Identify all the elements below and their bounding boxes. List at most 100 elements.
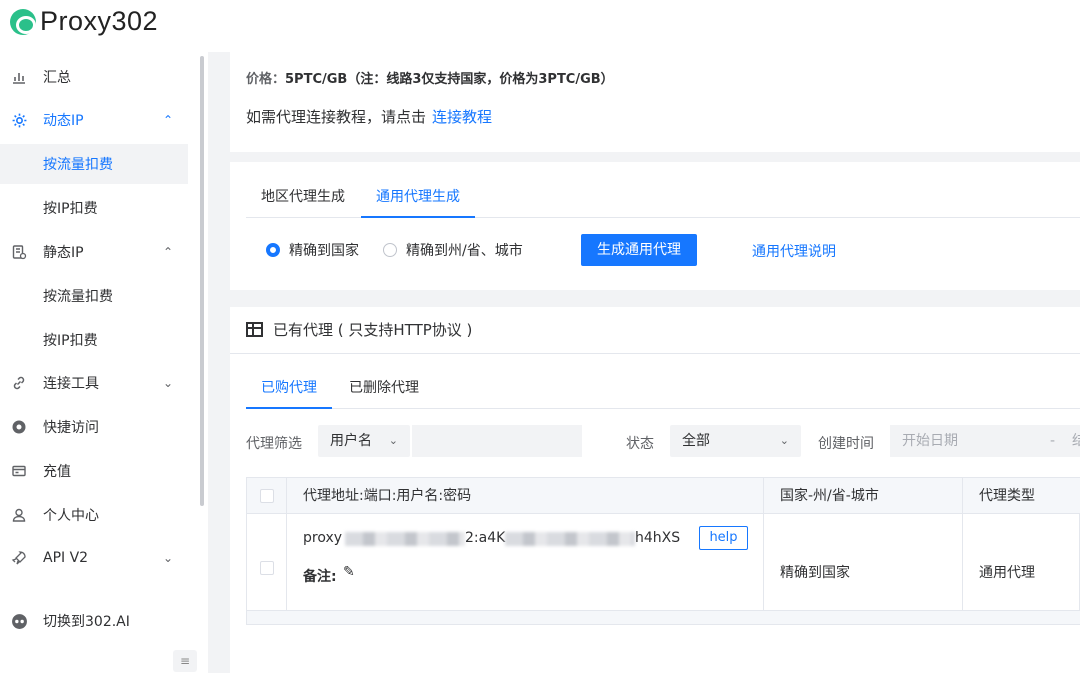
sidebar-item-switch-302ai[interactable]: 切换到302.AI: [0, 601, 188, 641]
status-label: 状态: [626, 436, 654, 452]
redacted-text: [505, 532, 635, 546]
sidebar-subitem-dynamic-ip-billing[interactable]: 按IP扣费: [0, 188, 188, 228]
generate-tabs: 地区代理生成 通用代理生成: [246, 178, 1080, 218]
server-icon: [10, 243, 28, 261]
sidebar-item-label: 充值: [43, 464, 71, 480]
sidebar-item-label: 切换到302.AI: [43, 614, 130, 630]
sidebar-item-label: 按流量扣费: [43, 289, 113, 305]
created-time-label: 创建时间: [818, 436, 874, 452]
sidebar-item-profile[interactable]: 个人中心: [0, 495, 188, 535]
table-header: 代理地址:端口:用户名:密码 国家-州/省-城市 代理类型: [247, 478, 1080, 514]
proxy-address-start: proxy: [303, 530, 343, 546]
chevron-down-icon: ⌄: [163, 551, 174, 565]
logo-text: Proxy302: [40, 6, 159, 36]
sidebar-item-dynamic-ip[interactable]: 动态IP ⌃: [0, 100, 188, 140]
sidebar-item-label: 连接工具: [43, 376, 99, 392]
tab-purchased[interactable]: 已购代理: [246, 369, 332, 409]
logo-icon: [10, 8, 36, 35]
sidebar-scrollbar[interactable]: [200, 56, 204, 506]
radio-country[interactable]: 精确到国家: [266, 240, 359, 260]
filter-input[interactable]: [412, 425, 582, 457]
status-select[interactable]: 全部 ⌄: [670, 425, 801, 457]
sidebar-subitem-static-ip-billing[interactable]: 按IP扣费: [0, 320, 188, 360]
price-label: 价格：: [246, 72, 286, 87]
tutorial-hint: 如需代理连接教程，请点击 连接教程: [246, 106, 492, 127]
sidebar-item-recharge[interactable]: 充值: [0, 451, 188, 491]
row-checkbox[interactable]: [260, 561, 274, 575]
sidebar-item-label: 静态IP: [43, 245, 84, 261]
sidebar-item-summary[interactable]: 汇总: [0, 57, 188, 97]
filter-label: 代理筛选: [246, 436, 302, 452]
region-cell: 精确到国家: [780, 565, 850, 581]
chrome-icon: [10, 418, 28, 436]
proxy-address-end: h4hXS: [635, 530, 681, 546]
note-label: 备注:: [303, 569, 337, 585]
sidebar-item-label: 按IP扣费: [43, 201, 98, 217]
type-cell: 通用代理: [979, 565, 1035, 581]
proxy-generate-card: 地区代理生成 通用代理生成 精确到国家 精确到州/省、城市 生成通用代理 通用代…: [230, 162, 1080, 290]
column-header-address: 代理地址:端口:用户名:密码: [303, 488, 472, 504]
divider: [230, 353, 1080, 354]
rocket-icon: [10, 549, 28, 567]
end-date-placeholder: 结: [1072, 433, 1080, 449]
sidebar-item-label: 快捷访问: [43, 420, 99, 436]
chevron-up-icon: ⌃: [163, 245, 174, 259]
chevron-down-icon: ⌄: [779, 434, 789, 447]
column-header-region: 国家-州/省-城市: [780, 488, 879, 504]
redacted-text: [345, 532, 465, 546]
universal-proxy-help-link[interactable]: 通用代理说明: [752, 241, 836, 261]
sidebar-item-label: 按IP扣费: [43, 333, 98, 349]
tab-universal-proxy[interactable]: 通用代理生成: [361, 178, 475, 218]
date-range-input[interactable]: 开始日期 - 结: [890, 425, 1080, 457]
wallet-icon: [10, 462, 28, 480]
collapse-sidebar-icon[interactable]: ≡: [173, 650, 197, 672]
edit-icon[interactable]: ✎: [343, 564, 355, 580]
generate-proxy-button[interactable]: 生成通用代理: [581, 234, 697, 266]
switch-icon: [10, 612, 28, 630]
tutorial-link[interactable]: 连接教程: [432, 108, 492, 126]
column-divider: [286, 478, 287, 610]
sidebar-item-api-v2[interactable]: API V2 ⌄: [0, 538, 188, 578]
proxy-table: 代理地址:端口:用户名:密码 国家-州/省-城市 代理类型 proxy 2:a4…: [246, 477, 1080, 625]
chevron-down-icon: ⌄: [163, 376, 174, 390]
logo[interactable]: Proxy302: [10, 6, 158, 37]
section-title: 已有代理 ( 只支持HTTP协议 ): [246, 319, 472, 340]
tab-deleted[interactable]: 已删除代理: [334, 369, 434, 409]
select-value: 用户名: [330, 433, 372, 449]
sidebar-item-label: 按流量扣费: [43, 157, 113, 173]
sidebar-item-label: 动态IP: [43, 113, 84, 129]
start-date-placeholder: 开始日期: [902, 433, 958, 449]
sidebar-item-label: API V2: [43, 550, 89, 566]
sidebar-item-quick-access[interactable]: 快捷访问: [0, 407, 188, 447]
price-value: 5PTC/GB（注：线路3仅支持国家，价格为3PTC/GB）: [285, 72, 614, 87]
radio-label: 精确到州/省、城市: [406, 243, 523, 259]
table-icon: [246, 322, 263, 337]
radio-checked-icon: [266, 243, 280, 257]
bar-chart-icon: [10, 68, 28, 86]
help-button[interactable]: help: [699, 526, 748, 550]
column-divider: [763, 478, 764, 610]
link-icon: [10, 374, 28, 392]
tutorial-text: 如需代理连接教程，请点击: [246, 108, 427, 126]
sidebar-item-static-ip[interactable]: 静态IP ⌃: [0, 232, 188, 272]
user-icon: [10, 506, 28, 524]
price-info: 价格：5PTC/GB（注：线路3仅支持国家，价格为3PTC/GB）: [246, 68, 614, 87]
select-value: 全部: [682, 433, 710, 449]
sidebar-item-label: 个人中心: [43, 508, 99, 524]
radio-state-city[interactable]: 精确到州/省、城市: [383, 240, 523, 260]
sidebar-subitem-dynamic-traffic[interactable]: 按流量扣费: [0, 144, 188, 184]
column-divider: [962, 478, 963, 610]
existing-proxies-card: 已有代理 ( 只支持HTTP协议 ) 已购代理 已删除代理 代理筛选 用户名 ⌄…: [230, 307, 1080, 673]
sidebar-subitem-static-traffic[interactable]: 按流量扣费: [0, 276, 188, 316]
select-all-checkbox[interactable]: [260, 489, 274, 503]
sidebar-item-connect-tools[interactable]: 连接工具 ⌄: [0, 363, 188, 403]
tab-region-proxy[interactable]: 地区代理生成: [246, 178, 360, 218]
column-header-type: 代理类型: [979, 488, 1035, 504]
proxy-address-mid: 2:a4K: [465, 530, 506, 546]
price-card: 价格：5PTC/GB（注：线路3仅支持国家，价格为3PTC/GB） 如需代理连接…: [230, 52, 1080, 152]
sidebar-item-label: 汇总: [43, 70, 71, 86]
gear-icon: [10, 111, 28, 129]
table-scrollbar[interactable]: [247, 610, 1080, 624]
filter-field-select[interactable]: 用户名 ⌄: [318, 425, 410, 457]
chevron-up-icon: ⌃: [163, 113, 174, 127]
